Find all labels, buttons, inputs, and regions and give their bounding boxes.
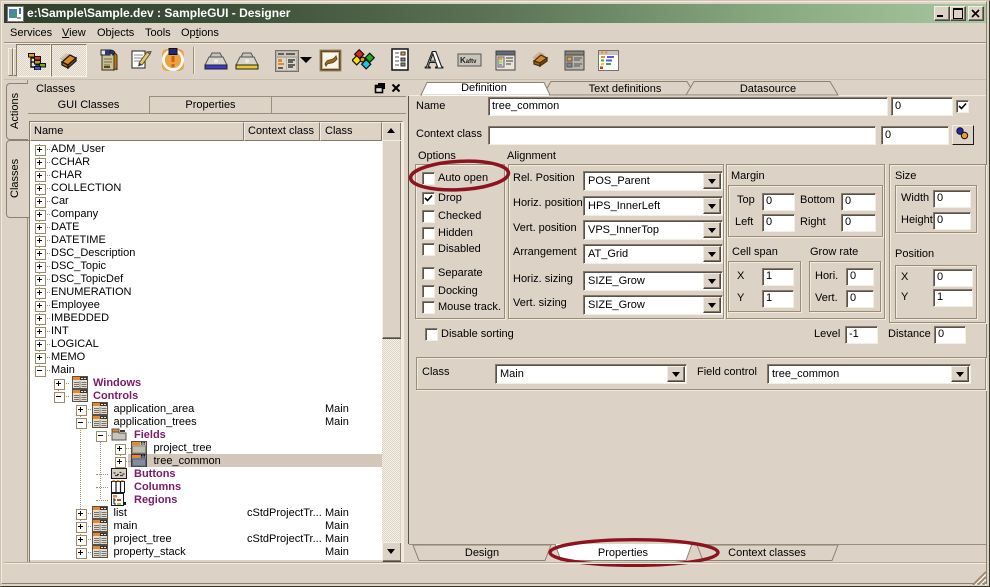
svg-text:A: A (425, 47, 443, 73)
